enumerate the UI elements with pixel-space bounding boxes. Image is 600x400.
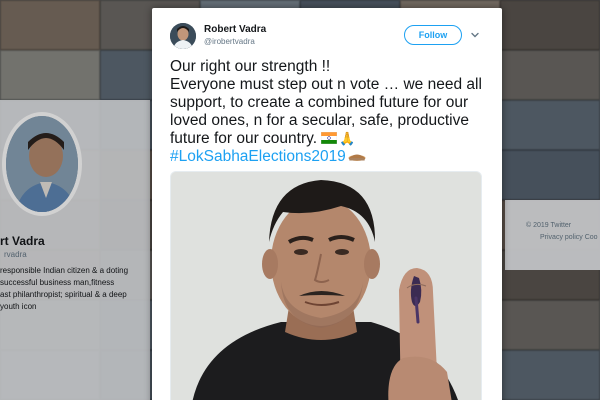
tweet-hashtag-line: #LokSabhaElections2019	[170, 148, 490, 166]
follow-button[interactable]: Follow	[404, 25, 462, 45]
chevron-down-icon[interactable]	[470, 30, 480, 40]
tweet-line: support, to create a combined future for…	[170, 94, 469, 111]
author-avatar[interactable]	[170, 23, 196, 49]
folded-hands-icon: 🙏	[339, 131, 356, 146]
tweet-photo[interactable]	[170, 171, 482, 400]
tweet-line: Our right our strength !!	[170, 58, 331, 75]
hashtag-link[interactable]: #LokSabhaElections2019	[170, 148, 346, 165]
tweet-text: Our right our strength !! Everyone must …	[170, 58, 490, 166]
author-handle[interactable]: @irobertvadra	[204, 37, 255, 46]
tweet-line: Everyone must step out n vote … we need …	[170, 76, 482, 93]
selfie-image	[171, 172, 481, 400]
tweet-line-text: future for our country.	[170, 130, 318, 147]
india-flag-icon	[321, 132, 338, 144]
tweet-line-with-emoji: future for our country. 🙏	[170, 130, 490, 148]
author-name[interactable]: Robert Vadra	[204, 24, 266, 35]
avatar-portrait	[170, 23, 196, 49]
tweet-card: Robert Vadra @irobertvadra Follow Our ri…	[152, 8, 502, 400]
parliament-building-icon	[348, 154, 366, 161]
tweet-line: loved ones, n for a secular, safe, produ…	[170, 112, 469, 129]
